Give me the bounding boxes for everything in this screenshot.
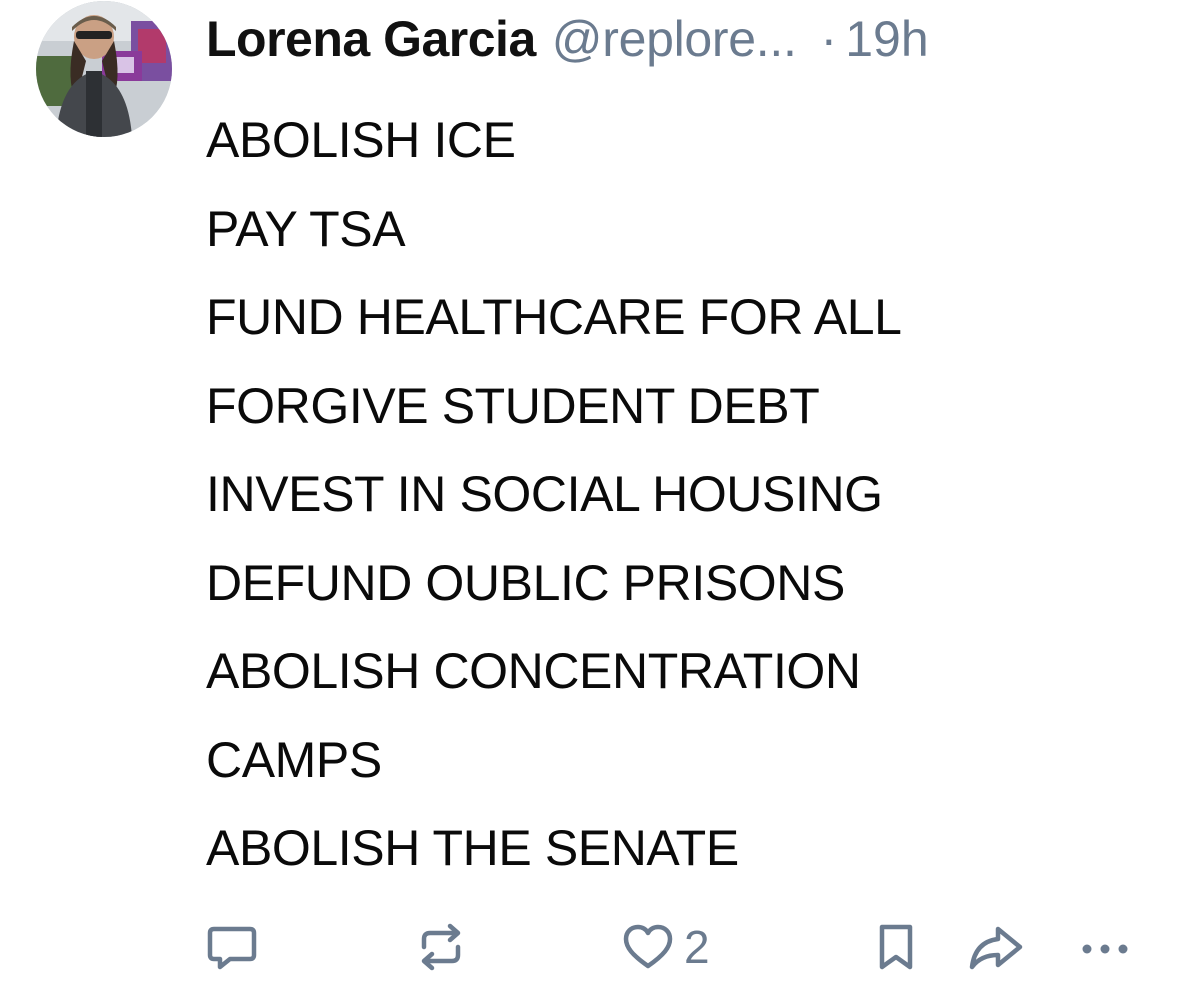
- post-text: ABOLISH ICE PAY TSA FUND HEALTHCARE FOR …: [206, 96, 1166, 893]
- like-count: 2: [684, 921, 710, 973]
- user-handle[interactable]: @replore...: [552, 4, 797, 74]
- repost-icon: [421, 923, 461, 971]
- avatar-image: [36, 1, 172, 137]
- repost-button[interactable]: [414, 912, 468, 982]
- like-button[interactable]: 2: [620, 912, 710, 982]
- separator-dot: ·: [820, 11, 838, 67]
- bookmark-icon: [879, 924, 913, 970]
- reply-bubble-icon: [207, 926, 257, 970]
- post-line: FUND HEALTHCARE FOR ALL: [206, 289, 902, 345]
- bookmark-button[interactable]: [870, 912, 922, 982]
- more-options-button[interactable]: [1078, 912, 1132, 982]
- share-arrow-icon: [969, 926, 1023, 970]
- action-bar: 2: [0, 912, 1199, 982]
- post-line: DEFUND OUBLIC PRISONS: [206, 554, 845, 611]
- post-line: INVEST IN SOCIAL HOUSING: [206, 466, 883, 522]
- heart-icon: [623, 924, 673, 969]
- avatar[interactable]: [36, 1, 172, 137]
- post-card[interactable]: Lorena Garcia @replore... · 19h ABOLISH …: [0, 0, 1199, 992]
- post-line: FORGIVE STUDENT DEBT: [206, 377, 820, 434]
- timestamp[interactable]: 19h: [845, 4, 928, 74]
- post-line: CAMPS: [206, 731, 382, 788]
- post-header: Lorena Garcia @replore... · 19h: [206, 4, 929, 74]
- share-button[interactable]: [966, 912, 1026, 982]
- reply-button[interactable]: [204, 912, 260, 982]
- post-line: PAY TSA: [206, 200, 406, 257]
- display-name[interactable]: Lorena Garcia: [206, 4, 536, 74]
- post-line: ABOLISH CONCENTRATION: [206, 643, 861, 699]
- ellipsis-icon: [1082, 944, 1128, 954]
- post-line: ABOLISH ICE: [206, 112, 516, 168]
- post-line: ABOLISH THE SENATE: [206, 820, 739, 876]
